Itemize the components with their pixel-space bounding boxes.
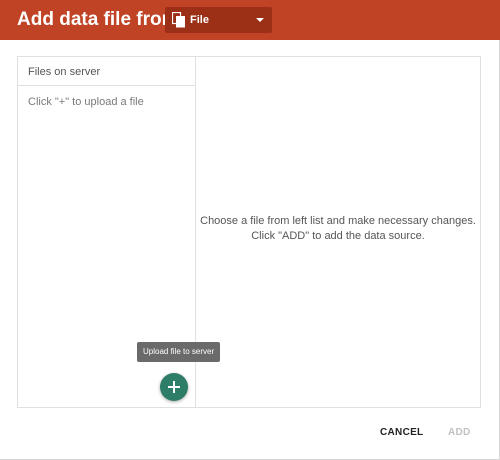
files-list-header: Files on server xyxy=(18,57,195,86)
chevron-down-icon xyxy=(256,18,264,22)
instruction-line-2: Click "ADD" to add the data source. xyxy=(251,230,425,242)
source-type-select[interactable]: File xyxy=(165,7,272,33)
file-picker-panel: Files on server Click "+" to upload a fi… xyxy=(17,56,481,408)
cancel-button[interactable]: CANCEL xyxy=(380,426,423,440)
empty-list-hint: Click "+" to upload a file xyxy=(28,96,144,108)
add-button[interactable]: ADD xyxy=(448,426,471,440)
files-list-title: Files on server xyxy=(28,66,101,78)
dialog-header: Add data file from File xyxy=(0,0,500,40)
dialog-title: Add data file from xyxy=(17,9,179,30)
files-list-pane: Files on server Click "+" to upload a fi… xyxy=(18,57,221,407)
source-type-value: File xyxy=(190,14,209,26)
dialog-footer: CANCEL ADD xyxy=(0,420,500,450)
add-data-file-dialog: Add data file from File Files on server … xyxy=(0,0,500,460)
file-copy-icon xyxy=(171,11,186,28)
instruction-line-1: Choose a file from left list and make ne… xyxy=(200,215,476,227)
file-detail-pane: Choose a file from left list and make ne… xyxy=(196,57,480,407)
detail-instructions: Choose a file from left list and make ne… xyxy=(196,214,480,244)
upload-file-button[interactable] xyxy=(160,373,188,401)
